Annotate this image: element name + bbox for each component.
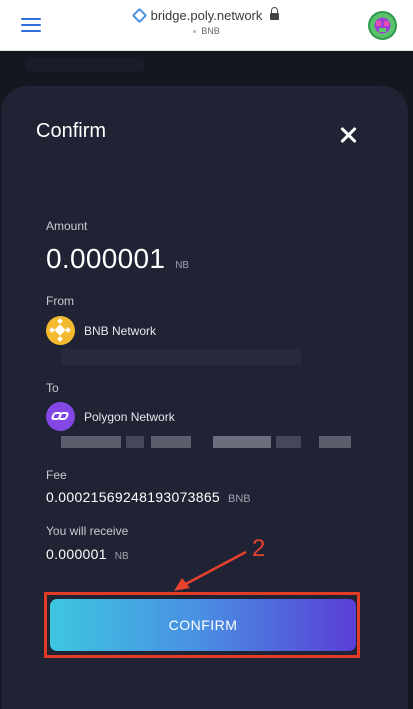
close-icon[interactable] — [337, 124, 359, 146]
to-network: Polygon Network — [46, 402, 175, 431]
user-avatar[interactable] — [368, 11, 397, 40]
polygon-icon — [46, 402, 75, 431]
amount-label: Amount — [46, 219, 88, 233]
from-label: From — [46, 294, 74, 308]
receive-unit: NB — [114, 551, 129, 562]
arrow-icon — [174, 550, 247, 591]
receive-label: You will receive — [46, 524, 129, 538]
fee-unit: BNB — [228, 493, 251, 505]
receive-value-row: 0.000001 NB — [46, 546, 129, 562]
confirm-button[interactable]: CONFIRM — [50, 599, 356, 651]
amount-value: 0.000001 — [46, 243, 166, 274]
from-network: BNB Network — [46, 316, 156, 345]
fee-value-row: 0.00021569248193073865 BNB — [46, 489, 251, 505]
from-network-name: BNB Network — [84, 323, 157, 338]
to-label: To — [46, 381, 59, 395]
modal-title: Confirm — [36, 120, 107, 142]
fee-value: 0.00021569248193073865 — [46, 489, 220, 505]
confirm-modal: Confirm Amount 0.000001 NB From BNB Netw… — [1, 86, 408, 709]
background-content — [25, 58, 145, 72]
address-bar[interactable]: bridge.poly.network BNB — [0, 6, 413, 36]
to-network-name: Polygon Network — [84, 409, 175, 424]
fee-label: Fee — [46, 468, 67, 482]
amount-value-row: 0.000001 NB — [46, 243, 189, 275]
redacted-from-address — [61, 349, 301, 365]
browser-bar: bridge.poly.network BNB — [0, 0, 413, 51]
lock-icon — [270, 6, 280, 21]
url-text: bridge.poly.network — [150, 8, 263, 23]
url-subtitle: BNB — [0, 26, 413, 36]
site-icon — [131, 7, 147, 24]
bnb-icon — [46, 316, 75, 345]
amount-unit: NB — [175, 260, 190, 271]
receive-value: 0.000001 — [46, 546, 107, 562]
